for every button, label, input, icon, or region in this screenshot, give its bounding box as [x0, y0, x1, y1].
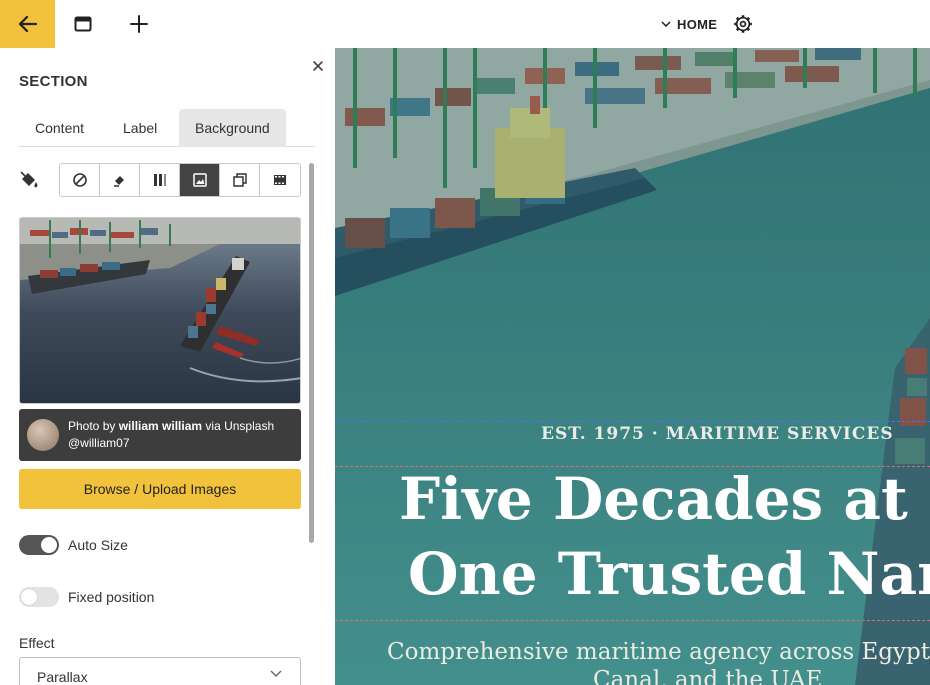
subheading-line-1: Comprehensive maritime agency across Egy… [387, 639, 930, 665]
bg-slideshow-button[interactable] [220, 164, 260, 196]
eyebrow-text[interactable]: EST. 1975 · MARITIME SERVICES [541, 424, 894, 444]
credit-author[interactable]: william william [119, 419, 202, 433]
bg-video-button[interactable] [260, 164, 300, 196]
auto-size-row: Auto Size [19, 534, 128, 556]
photo-credit-text: Photo by william william via Unsplash @w… [68, 418, 274, 452]
window-icon[interactable] [71, 12, 95, 36]
background-image-thumbnail[interactable] [19, 217, 301, 404]
hero-heading[interactable]: Five Decades at Se One Trusted Nam [399, 462, 930, 612]
subheading-line-2: Canal, and the UAE [593, 667, 823, 685]
toggle-knob [21, 589, 37, 605]
image-icon [192, 173, 207, 187]
credit-prefix: Photo by [68, 419, 119, 433]
tab-label: Content [35, 120, 85, 136]
tab-label: Label [123, 120, 158, 136]
page-name: HOME [677, 16, 718, 32]
bg-color-button[interactable] [100, 164, 140, 196]
close-icon[interactable] [310, 58, 326, 74]
heading-line-1: Five Decades at Se [399, 465, 930, 533]
none-icon [72, 173, 87, 187]
heading-guide-line-bottom [335, 620, 930, 621]
tab-label[interactable]: Label [107, 109, 173, 147]
add-icon[interactable] [127, 12, 151, 36]
effect-select[interactable]: Parallax [19, 657, 301, 685]
gear-icon[interactable] [733, 14, 753, 34]
fixed-position-label: Fixed position [68, 589, 155, 605]
video-icon [274, 175, 286, 185]
chevron-down-icon [661, 21, 671, 27]
paint-bucket-icon [20, 171, 38, 188]
browse-upload-button[interactable]: Browse / Upload Images [19, 469, 301, 509]
panel-tabs: Content Label Background [19, 109, 315, 147]
tab-background[interactable]: Background [179, 109, 286, 147]
background-type-selector [59, 163, 301, 197]
heading-line-2: One Trusted Nam [408, 540, 930, 608]
section-preview[interactable]: EST. 1975 · MARITIME SERVICES Five Decad… [335, 48, 930, 685]
top-bar: HOME [0, 0, 930, 48]
photo-credit: Photo by william william via Unsplash @w… [19, 409, 301, 461]
auto-size-label: Auto Size [68, 537, 128, 553]
panel-scrollbar[interactable] [309, 163, 314, 543]
background-type-row [19, 163, 309, 197]
chevron-down-icon [270, 670, 282, 677]
credit-suffix: via Unsplash [202, 419, 275, 433]
panel-title: SECTION [19, 73, 88, 90]
credit-handle[interactable]: @william07 [68, 436, 130, 450]
effect-label: Effect [19, 635, 55, 651]
bg-gradient-button[interactable] [140, 164, 180, 196]
section-settings-panel: SECTION Content Label Background Photo b… [0, 48, 335, 685]
avatar [27, 419, 59, 451]
arrow-left-icon [18, 15, 37, 33]
slideshow-icon [232, 173, 247, 187]
color-fill-icon [113, 176, 124, 187]
bg-image-button[interactable] [180, 164, 220, 196]
back-button[interactable] [0, 0, 55, 48]
selection-guide-line [335, 421, 930, 422]
toggle-knob [41, 537, 57, 553]
fixed-position-row: Fixed position [19, 586, 154, 608]
fixed-position-toggle[interactable] [19, 587, 59, 607]
page-selector[interactable]: HOME [661, 14, 717, 34]
bg-none-button[interactable] [60, 164, 100, 196]
auto-size-toggle[interactable] [19, 535, 59, 555]
tab-label: Background [195, 120, 270, 136]
gradient-icon [153, 174, 166, 186]
tab-content[interactable]: Content [19, 109, 100, 147]
hero-subheading[interactable]: Comprehensive maritime agency across Egy… [387, 638, 930, 685]
effect-value: Parallax [37, 669, 88, 685]
